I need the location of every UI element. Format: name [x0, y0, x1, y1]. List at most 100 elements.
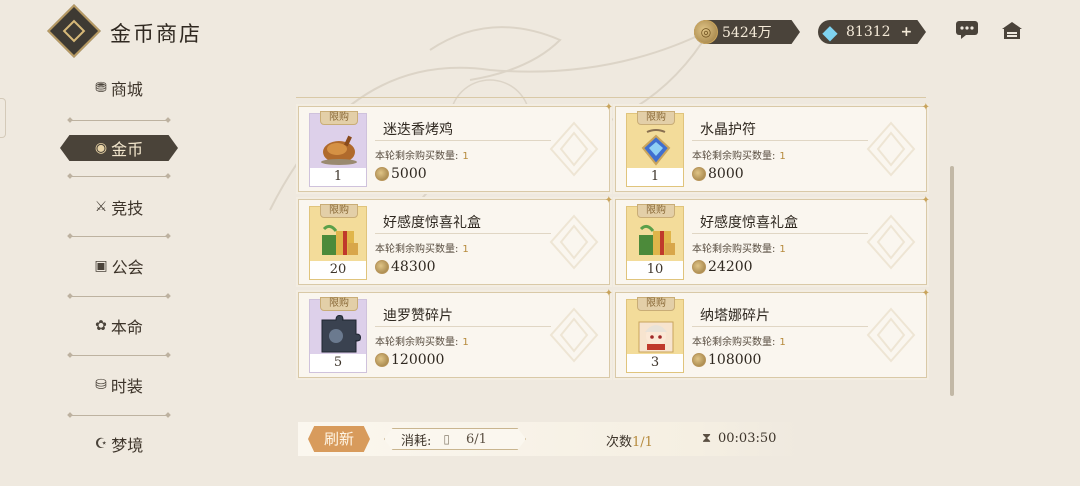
refresh-button[interactable]: 刷新 — [308, 426, 370, 452]
shop-logo-icon[interactable] — [47, 4, 101, 58]
swords-icon: ⚔ — [94, 199, 108, 215]
shop-item-card[interactable]: ✦ 限购 1 迷迭香烤鸡 本轮剩余购买数量: 1 5000 — [298, 102, 613, 192]
gem-currency[interactable]: ◆ 81312 + — [818, 20, 926, 44]
diamond-icon: ◆ — [822, 20, 838, 44]
cost-label: 消耗: — [401, 433, 432, 449]
sparkle-icon: ✦ — [604, 102, 613, 113]
gold-coin-icon — [692, 260, 706, 274]
sidebar-item-arena[interactable]: ⚔ 竞技 — [60, 189, 178, 225]
divider — [375, 140, 551, 141]
sidebar-item-label: 本命 — [110, 318, 143, 337]
divider — [375, 326, 551, 327]
item-name: 水晶护符 — [700, 122, 756, 138]
shop-item-card[interactable]: ✦ 限购 20 好感度惊喜礼盒 本轮剩余购买数量: 1 48300 — [298, 195, 613, 285]
shop-item-card[interactable]: ✦ 限购 1 水晶护符 本轮剩余购买数量: 1 8000 — [615, 102, 930, 192]
sidebar-item-dream[interactable]: ☪ 梦境 — [60, 426, 178, 462]
shop-icon: ⛃ — [95, 80, 107, 96]
remaining-purchases: 本轮剩余购买数量: 1 — [375, 333, 469, 348]
item-slot[interactable]: 限购 5 — [309, 297, 367, 373]
remaining-label: 本轮剩余购买数量: — [692, 244, 776, 255]
previous-row-edge — [296, 88, 926, 98]
gift-box-icon — [639, 224, 675, 255]
remaining-purchases: 本轮剩余购买数量: 1 — [692, 240, 786, 255]
remaining-label: 本轮剩余购买数量: — [692, 151, 776, 162]
shop-item-card[interactable]: ✦ 限购 5 迪罗赞碎片 本轮剩余购买数量: 1 120000 — [298, 288, 613, 378]
item-name: 纳塔娜碎片 — [700, 308, 770, 324]
remaining-value: 1 — [462, 151, 469, 162]
price: 48300 — [375, 259, 436, 275]
gold-coin-icon — [692, 353, 706, 367]
sidebar-item-label: 竞技 — [111, 199, 144, 218]
nav-divider — [70, 176, 168, 177]
chat-icon[interactable] — [955, 20, 979, 42]
price-value: 8000 — [708, 166, 744, 182]
item-slot[interactable]: 限购 20 — [309, 204, 367, 280]
remaining-label: 本轮剩余购买数量: — [375, 337, 459, 348]
limit-tag: 限购 — [320, 204, 358, 218]
sidebar-item-label: 时装 — [110, 377, 143, 396]
count-value: 1/1 — [632, 435, 653, 450]
sparkle-icon: ✦ — [604, 288, 613, 299]
item-name: 迪罗赞碎片 — [383, 308, 453, 324]
left-drawer-handle[interactable] — [0, 98, 6, 138]
nav-divider — [70, 296, 168, 297]
item-slot[interactable]: 限购 10 — [626, 204, 684, 280]
nav-divider — [70, 236, 168, 237]
item-slot[interactable]: 限购 1 — [309, 111, 367, 187]
item-slot[interactable]: 限购 1 — [626, 111, 684, 187]
gold-coin-icon — [375, 167, 389, 181]
item-quantity: 1 — [310, 168, 366, 186]
sidebar-item-shop[interactable]: ⛃ 商城 — [60, 70, 178, 106]
sidebar-item-guild[interactable]: ▣ 公会 — [60, 248, 178, 284]
price-value: 48300 — [391, 259, 436, 275]
gold-currency[interactable]: ◎ 5424万 — [694, 20, 800, 44]
gold-amount: 5424万 — [722, 25, 772, 41]
remaining-value: 1 — [462, 244, 469, 255]
limit-tag: 限购 — [637, 111, 675, 125]
remaining-purchases: 本轮剩余购买数量: 1 — [692, 147, 786, 162]
wardrobe-icon: ⛁ — [95, 377, 107, 393]
sidebar-item-gold[interactable]: ◉ 金币 — [60, 135, 178, 161]
price: 5000 — [375, 166, 427, 182]
gold-coin-icon — [692, 167, 706, 181]
divider — [692, 140, 868, 141]
remaining-value: 1 — [779, 151, 786, 162]
sidebar-item-destiny[interactable]: ✿ 本命 — [60, 308, 178, 344]
card-deco-pattern — [866, 214, 916, 270]
scrollbar[interactable] — [950, 166, 954, 396]
shop-item-card[interactable]: ✦ 限购 10 好感度惊喜礼盒 本轮剩余购买数量: 1 24200 — [615, 195, 930, 285]
shop-item-card[interactable]: ✦ 限购 3 纳塔娜碎片 本轮剩余购买数量: 1 108000 — [615, 288, 930, 378]
cost-value: 6/1 — [466, 431, 487, 447]
divider — [692, 233, 868, 234]
item-quantity: 10 — [627, 261, 683, 279]
remaining-purchases: 本轮剩余购买数量: 1 — [692, 333, 786, 348]
remaining-label: 本轮剩余购买数量: — [692, 337, 776, 348]
divider — [692, 326, 868, 327]
gold-coin-icon — [375, 260, 389, 274]
refresh-count: 次数1/1 — [606, 431, 653, 450]
crystal-amulet-icon — [641, 129, 671, 166]
nav-divider — [70, 415, 168, 416]
roast-chicken-icon — [321, 135, 357, 165]
item-quantity: 5 — [310, 354, 366, 372]
gold-coin-icon — [375, 353, 389, 367]
gift-box-icon — [322, 224, 358, 255]
add-gem-button[interactable]: + — [901, 24, 913, 40]
item-quantity: 3 — [627, 354, 683, 372]
sparkle-icon: ✦ — [921, 102, 930, 113]
sidebar-item-fashion[interactable]: ⛁ 时装 — [60, 367, 178, 403]
item-quantity: 20 — [310, 261, 366, 279]
sidebar-item-label: 商城 — [110, 80, 143, 99]
remaining-value: 1 — [779, 244, 786, 255]
card-deco-pattern — [866, 121, 916, 177]
sparkle-icon: ✦ — [921, 195, 930, 206]
item-slot[interactable]: 限购 3 — [626, 297, 684, 373]
character-fragment-icon — [638, 321, 674, 353]
sidebar-item-label: 公会 — [111, 258, 144, 277]
remaining-label: 本轮剩余购买数量: — [375, 244, 459, 255]
limit-tag: 限购 — [320, 297, 358, 311]
card-deco-pattern — [549, 307, 599, 363]
item-quantity: 1 — [627, 168, 683, 186]
gold-coin-icon: ◎ — [694, 20, 718, 44]
home-icon[interactable] — [1000, 20, 1024, 42]
